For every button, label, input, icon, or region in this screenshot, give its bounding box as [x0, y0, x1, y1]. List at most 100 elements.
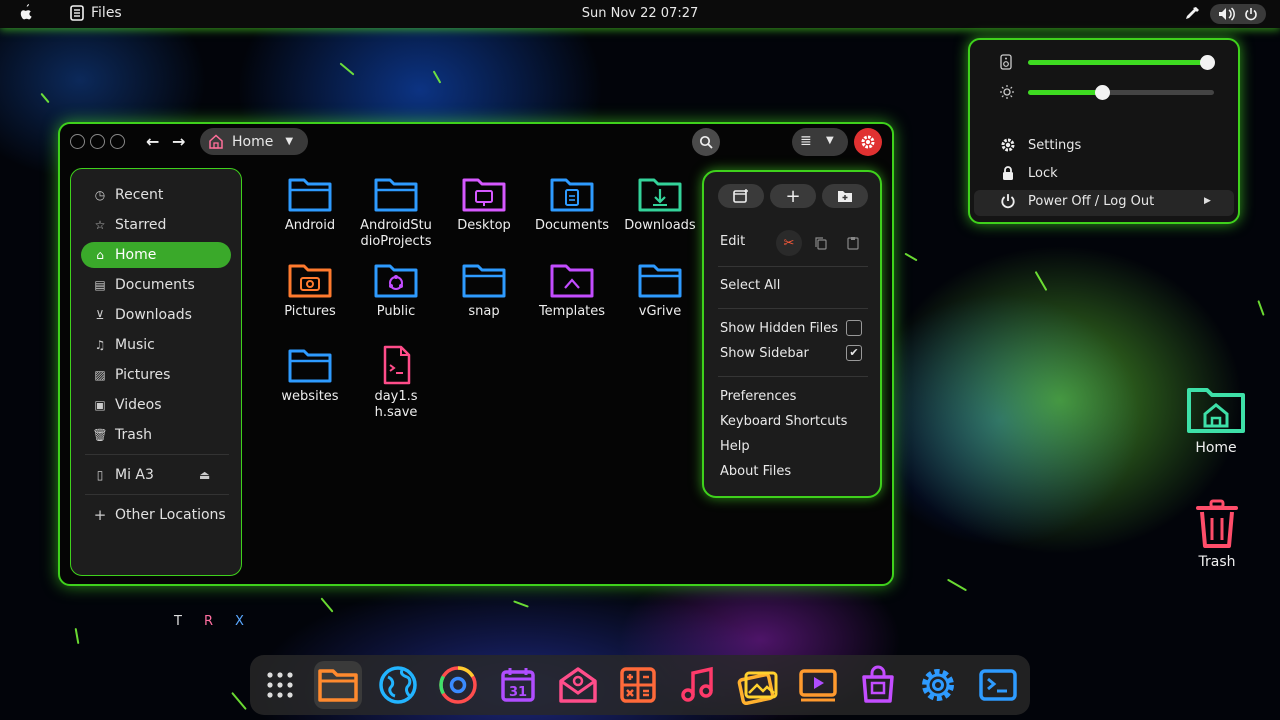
lock-item[interactable]: Lock	[1000, 165, 1058, 181]
desktop-trash-icon[interactable]: Trash	[1177, 498, 1257, 570]
main-menu-button[interactable]	[854, 128, 882, 156]
view-dropdown-icon[interactable]: ▼	[826, 135, 834, 146]
sidebar-item-videos[interactable]: ▣ Videos	[81, 392, 231, 418]
dock-calculator[interactable]	[614, 661, 662, 709]
color-picker-icon[interactable]	[1184, 6, 1200, 22]
file-item-pictures[interactable]: Pictures	[268, 260, 352, 320]
sidebar-item-starred[interactable]: ☆ Starred	[81, 212, 231, 238]
volume-knob[interactable]	[1199, 54, 1215, 70]
new-window-icon	[733, 189, 748, 203]
search-button[interactable]	[692, 128, 720, 156]
dock: 31	[250, 655, 1030, 715]
copy-button[interactable]	[808, 230, 834, 256]
file-item-desktop[interactable]: Desktop	[442, 174, 526, 234]
folder-public-icon	[374, 264, 418, 298]
sidebar-item-music[interactable]: ♫ Music	[81, 332, 231, 358]
sidebar-item-downloads[interactable]: ⊻ Downloads	[81, 302, 231, 328]
folder-icon	[288, 178, 332, 212]
volume-icon	[1219, 7, 1235, 21]
video-icon: ▣	[94, 398, 106, 412]
brightness-slider[interactable]	[1000, 82, 1216, 102]
dock-calendar[interactable]: 31	[494, 661, 542, 709]
file-item-documents[interactable]: Documents	[530, 174, 614, 234]
file-item-vgrive[interactable]: vGrive	[618, 260, 702, 320]
desktop-home-icon[interactable]: Home	[1176, 382, 1256, 456]
view-toggle[interactable]: ≣ ▼	[792, 128, 848, 156]
new-tab-button[interactable]: +	[770, 184, 816, 208]
sidebar-item-trash[interactable]: 🗑︎ Trash	[81, 422, 231, 448]
path-bar[interactable]: Home ▼	[200, 128, 308, 155]
volume-fill	[1028, 59, 1207, 65]
file-item-day1-sh-save[interactable]: day1.sh.save	[354, 345, 438, 421]
apple-icon[interactable]	[18, 4, 34, 22]
trash-icon	[1196, 499, 1238, 548]
new-folder-button[interactable]	[822, 184, 868, 208]
file-item-websites[interactable]: websites	[268, 345, 352, 405]
dock-photos[interactable]	[734, 661, 782, 709]
volume-slider[interactable]	[1000, 52, 1216, 72]
menu-show-sidebar[interactable]: Show Sidebar	[720, 346, 809, 361]
forward-arrow-icon[interactable]: →	[172, 132, 185, 151]
file-item-downloads[interactable]: Downloads	[618, 174, 702, 234]
dock-app-grid[interactable]	[256, 661, 304, 709]
app-menu[interactable]: Files	[70, 5, 122, 21]
window-close-button[interactable]	[70, 134, 85, 149]
lock-icon	[1003, 166, 1013, 180]
globe-icon	[379, 666, 417, 704]
svg-text:31: 31	[509, 685, 527, 700]
system-status-pill[interactable]	[1210, 4, 1266, 24]
paste-button[interactable]	[840, 230, 866, 256]
file-item-templates[interactable]: Templates	[530, 260, 614, 320]
app-grid-icon	[267, 672, 293, 698]
menu-select-all[interactable]: Select All	[720, 278, 780, 293]
plus-icon: +	[785, 185, 801, 207]
clock-icon: ◷	[94, 188, 106, 202]
dock-music[interactable]	[674, 661, 722, 709]
folder-documents-icon	[550, 178, 594, 212]
dock-chrome[interactable]	[434, 661, 482, 709]
clock[interactable]: Sun Nov 22 07:27	[582, 6, 699, 21]
dock-software-store[interactable]	[854, 661, 902, 709]
gear-icon	[922, 669, 954, 701]
dock-mail[interactable]	[554, 661, 602, 709]
sidebar-item-pictures[interactable]: ▨ Pictures	[81, 362, 231, 388]
dock-terminal[interactable]	[974, 661, 1022, 709]
dock-files[interactable]	[314, 661, 362, 709]
tray-letter-r: R	[203, 614, 213, 629]
file-item-android[interactable]: Android	[268, 174, 352, 234]
show-hidden-checkbox[interactable]	[846, 320, 862, 336]
dock-browser[interactable]	[374, 661, 422, 709]
file-item-public[interactable]: Public	[354, 260, 438, 320]
home-folder-icon	[1187, 388, 1245, 433]
menu-about-files[interactable]: About Files	[720, 464, 791, 479]
picture-icon: ▨	[94, 368, 106, 382]
new-window-button[interactable]	[718, 184, 764, 208]
folder-desktop-icon	[462, 178, 506, 212]
tray-letter-x: X	[235, 614, 244, 629]
sidebar-item-home[interactable]: ⌂ Home	[81, 242, 231, 268]
settings-item[interactable]: Settings	[1000, 137, 1081, 153]
dock-video[interactable]	[794, 661, 842, 709]
back-arrow-icon[interactable]: ←	[146, 132, 159, 151]
menu-preferences[interactable]: Preferences	[720, 389, 796, 404]
file-item-snap[interactable]: snap	[442, 260, 526, 320]
show-sidebar-checkbox[interactable]: ✔	[846, 345, 862, 361]
sidebar-item-recent[interactable]: ◷ Recent	[81, 182, 231, 208]
brightness-knob[interactable]	[1095, 84, 1111, 100]
list-view-icon[interactable]: ≣	[800, 133, 812, 149]
menu-divider	[718, 308, 868, 309]
sidebar-item-documents[interactable]: ▤ Documents	[81, 272, 231, 298]
shopping-bag-icon	[862, 665, 894, 703]
window-minimize-button[interactable]	[90, 134, 105, 149]
window-maximize-button[interactable]	[110, 134, 125, 149]
path-dropdown-icon[interactable]: ▼	[285, 136, 293, 147]
dock-settings[interactable]	[914, 661, 962, 709]
sidebar-item-other-locations[interactable]: + Other Locations	[81, 502, 231, 528]
cut-button[interactable]: ✂	[776, 230, 802, 256]
file-item-androidstudioprojects[interactable]: AndroidStudioProjects	[354, 174, 438, 250]
menu-help[interactable]: Help	[720, 439, 750, 454]
trash-icon: 🗑︎	[92, 428, 108, 442]
eject-icon[interactable]: ⏏	[199, 468, 210, 482]
menu-keyboard-shortcuts[interactable]: Keyboard Shortcuts	[720, 414, 847, 429]
menu-show-hidden-files[interactable]: Show Hidden Files	[720, 321, 838, 336]
